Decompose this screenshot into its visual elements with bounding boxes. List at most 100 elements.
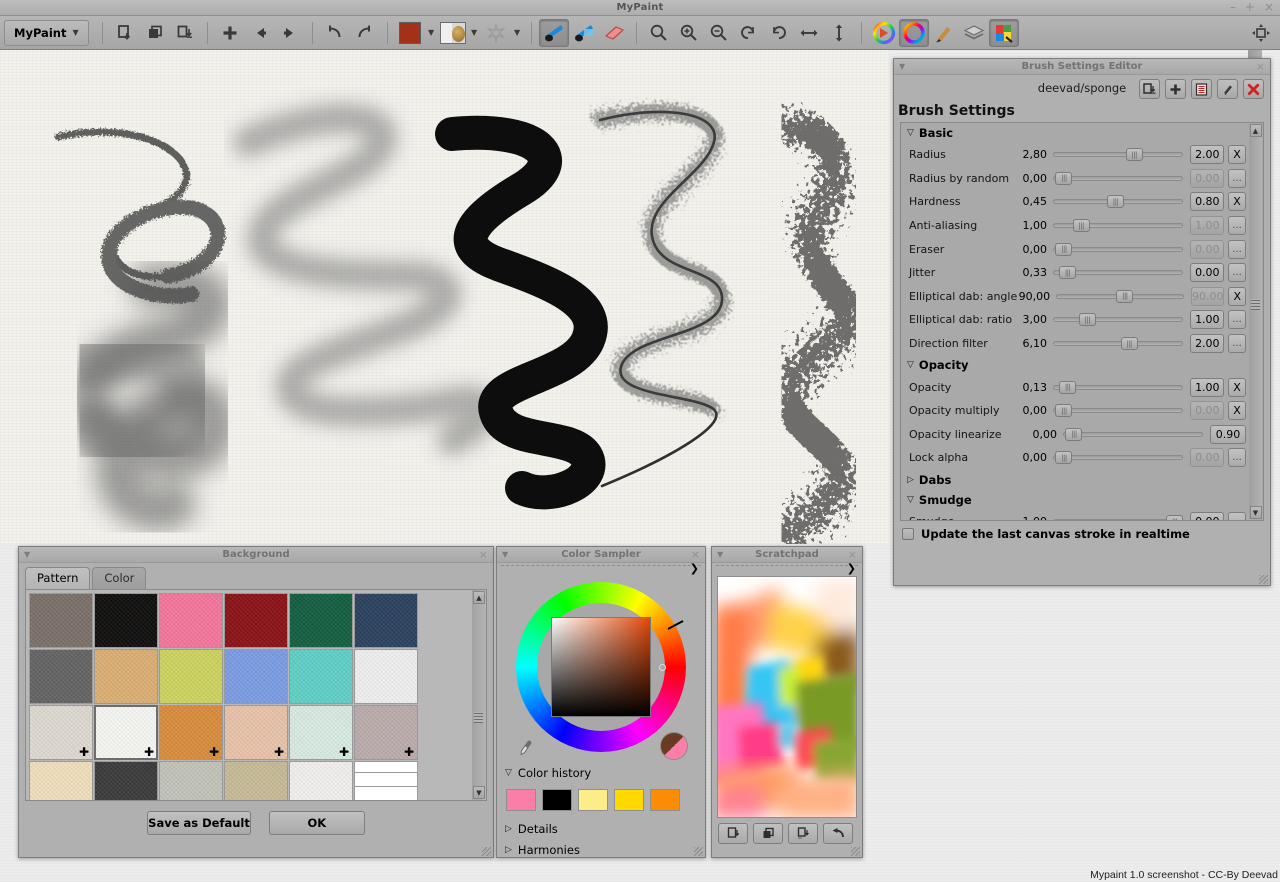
pattern-swatch[interactable] (289, 593, 353, 648)
settings-group-smudge[interactable]: ▽Smudge (901, 490, 1246, 510)
setting-input-value[interactable]: 0.00 (1190, 240, 1224, 259)
close-icon[interactable]: × (691, 548, 700, 561)
setting-options-button[interactable]: ... (1228, 263, 1246, 282)
color-history-expander[interactable]: ▽ Color history (497, 762, 705, 783)
color-history-swatch[interactable] (614, 789, 644, 811)
close-icon[interactable]: × (479, 548, 488, 561)
setting-slider[interactable]: ||| (1056, 289, 1184, 303)
setting-slider[interactable]: ||| (1053, 313, 1184, 327)
pattern-swatch[interactable] (354, 593, 418, 648)
maximize-button[interactable]: + (1245, 1, 1255, 13)
setting-input-value[interactable]: 0.80 (1190, 192, 1224, 211)
close-button[interactable]: × (1264, 1, 1274, 13)
brush-settings-list[interactable]: ▽BasicRadius2,80|||2.00XRadius by random… (900, 122, 1264, 521)
copy-scratchpad-button[interactable] (753, 823, 783, 844)
setting-options-button[interactable]: ... (1228, 216, 1246, 235)
update-last-stroke-checkbox[interactable] (902, 528, 914, 540)
pattern-scrollbar[interactable]: ▲ ▼ (472, 590, 486, 800)
paint-tool-button[interactable] (539, 19, 569, 47)
setting-input-value[interactable]: 0.00 (1190, 401, 1224, 420)
settings-group-dabs[interactable]: ▷Dabs (901, 470, 1246, 490)
rotate-right-icon[interactable] (764, 19, 794, 47)
setting-options-button[interactable]: ... (1228, 169, 1246, 188)
setting-slider[interactable]: ||| (1053, 148, 1184, 162)
slider-thumb[interactable]: ||| (1166, 515, 1183, 521)
brush-selector-button[interactable] (929, 19, 959, 47)
slider-thumb[interactable]: ||| (1065, 428, 1082, 441)
blend-dropdown-chevron-down-icon[interactable]: ▼ (511, 19, 524, 47)
pattern-swatch[interactable] (159, 593, 223, 648)
panel-menu-chevron-down-icon[interactable]: ▼ (899, 62, 905, 71)
drawing-canvas[interactable] (0, 50, 889, 544)
layers-button[interactable] (959, 19, 989, 47)
slider-thumb[interactable]: ||| (1116, 290, 1133, 303)
setting-input-value[interactable]: 90.00 (1191, 287, 1225, 306)
setting-input-value[interactable]: 0.00 (1190, 263, 1224, 282)
color-preview-button[interactable] (869, 19, 899, 47)
pattern-swatch[interactable] (289, 649, 353, 704)
setting-options-button[interactable]: ... (1228, 512, 1246, 521)
previous-layer-icon[interactable] (245, 19, 275, 47)
scratchpad-canvas[interactable] (717, 576, 857, 818)
setting-input-value[interactable]: 2.00 (1190, 145, 1224, 164)
saturation-value-square[interactable] (551, 617, 651, 717)
settings-group-basic[interactable]: ▽Basic (901, 123, 1246, 143)
slider-thumb[interactable]: ||| (1055, 451, 1072, 464)
save-scratchpad-button[interactable] (788, 823, 818, 844)
scrollbar-thumb[interactable] (474, 712, 483, 723)
resize-grip[interactable] (482, 847, 491, 856)
zoom-in-icon[interactable] (674, 19, 704, 47)
setting-input-value[interactable]: 2.00 (1190, 334, 1224, 353)
setting-slider[interactable]: ||| (1053, 404, 1184, 418)
setting-reset-button[interactable]: X (1228, 378, 1246, 397)
eraser-tool-button[interactable] (599, 19, 629, 47)
setting-input-value[interactable]: 1.00 (1190, 216, 1224, 235)
setting-input-value[interactable]: 1.00 (1190, 378, 1224, 397)
brush-dropdown-chevron-down-icon[interactable]: ▼ (468, 19, 481, 47)
slider-thumb[interactable]: ||| (1059, 266, 1076, 279)
next-layer-icon[interactable] (275, 19, 305, 47)
revert-scratchpad-button[interactable] (823, 823, 853, 844)
close-icon[interactable]: × (1256, 60, 1265, 73)
scratchpad-button[interactable] (989, 19, 1019, 47)
color-history-swatch[interactable] (542, 789, 572, 811)
color-wheel-widget[interactable] (508, 576, 694, 762)
setting-slider[interactable]: ||| (1053, 195, 1184, 209)
add-layer-icon[interactable] (215, 19, 245, 47)
resize-grip[interactable] (1259, 575, 1268, 584)
settings-group-opacity[interactable]: ▽Opacity (901, 355, 1246, 375)
pattern-swatch[interactable] (159, 761, 223, 801)
add-brush-button[interactable] (1165, 79, 1186, 99)
brush-preset-button[interactable] (438, 19, 468, 47)
scroll-up-arrow-icon[interactable]: ▲ (473, 591, 485, 604)
pattern-swatch[interactable] (29, 761, 93, 801)
pattern-swatch[interactable]: ✚ (289, 705, 353, 760)
color-wheel-button[interactable] (899, 19, 929, 47)
pattern-swatch[interactable]: ✚ (224, 705, 288, 760)
pattern-grid[interactable]: ✚✚✚✚✚✚ ▲ ▼ (25, 589, 487, 801)
new-from-layer-icon[interactable] (110, 19, 140, 47)
panel-menu-chevron-down-icon[interactable]: ▼ (502, 550, 508, 559)
resize-grip[interactable] (851, 847, 860, 856)
zoom-out-icon[interactable] (704, 19, 734, 47)
minimize-button[interactable]: – (1230, 1, 1236, 13)
setting-reset-button[interactable]: X (1228, 145, 1246, 164)
close-icon[interactable]: × (848, 548, 857, 561)
setting-slider[interactable]: ||| (1053, 171, 1184, 185)
resize-grip[interactable] (694, 847, 703, 856)
setting-slider[interactable]: ||| (1053, 219, 1184, 233)
setting-input-value[interactable]: 0.00 (1190, 169, 1224, 188)
eyedropper-icon[interactable] (517, 739, 536, 758)
slider-thumb[interactable]: ||| (1055, 404, 1072, 417)
blend-mode-button[interactable] (481, 19, 511, 47)
setting-slider[interactable]: ||| (1053, 242, 1184, 256)
load-scratchpad-button[interactable] (718, 823, 748, 844)
slider-thumb[interactable]: ||| (1059, 381, 1076, 394)
pattern-swatch[interactable] (29, 593, 93, 648)
pattern-swatch[interactable]: ✚ (94, 705, 158, 760)
pattern-swatch[interactable]: ✚ (354, 705, 418, 760)
setting-input-value[interactable]: 1.00 (1190, 310, 1224, 329)
pattern-swatch[interactable] (224, 649, 288, 704)
pattern-swatch[interactable] (224, 593, 288, 648)
pattern-swatch[interactable] (289, 761, 353, 801)
